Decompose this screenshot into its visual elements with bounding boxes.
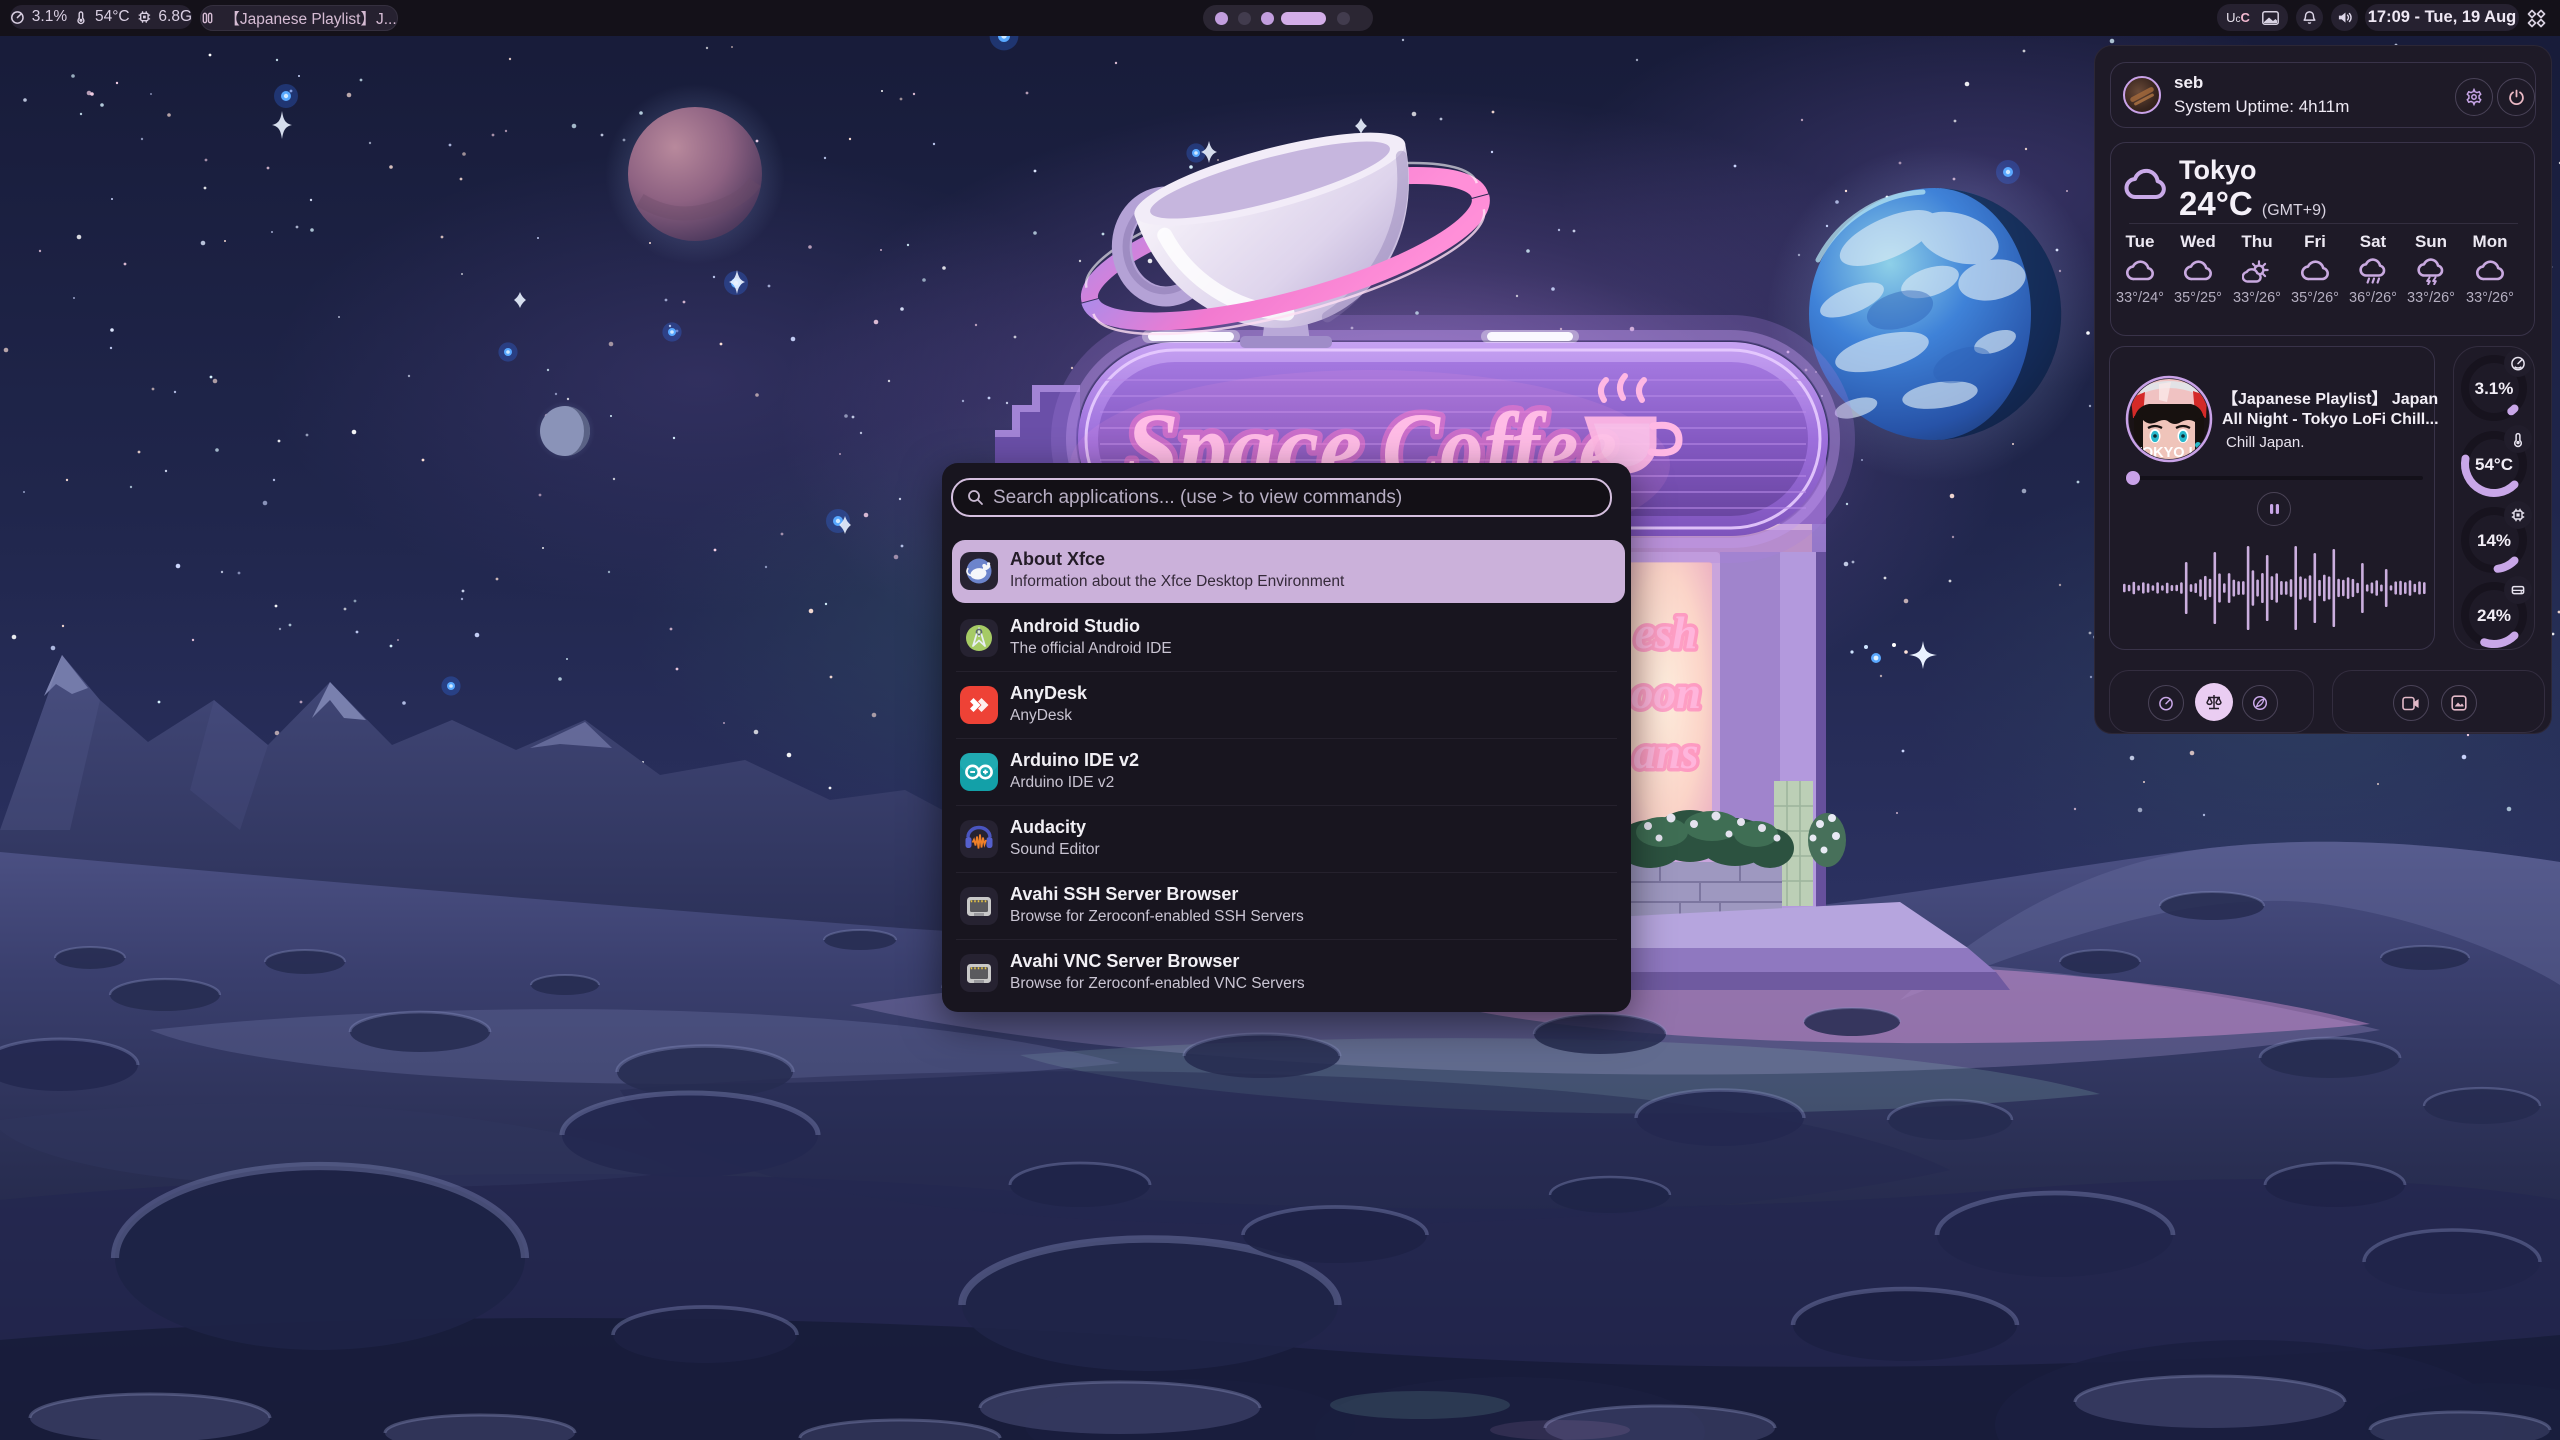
svg-text:ans: ans	[1633, 728, 1698, 778]
svg-text:oon: oon	[1631, 668, 1701, 718]
svg-text:esh: esh	[1635, 608, 1698, 658]
